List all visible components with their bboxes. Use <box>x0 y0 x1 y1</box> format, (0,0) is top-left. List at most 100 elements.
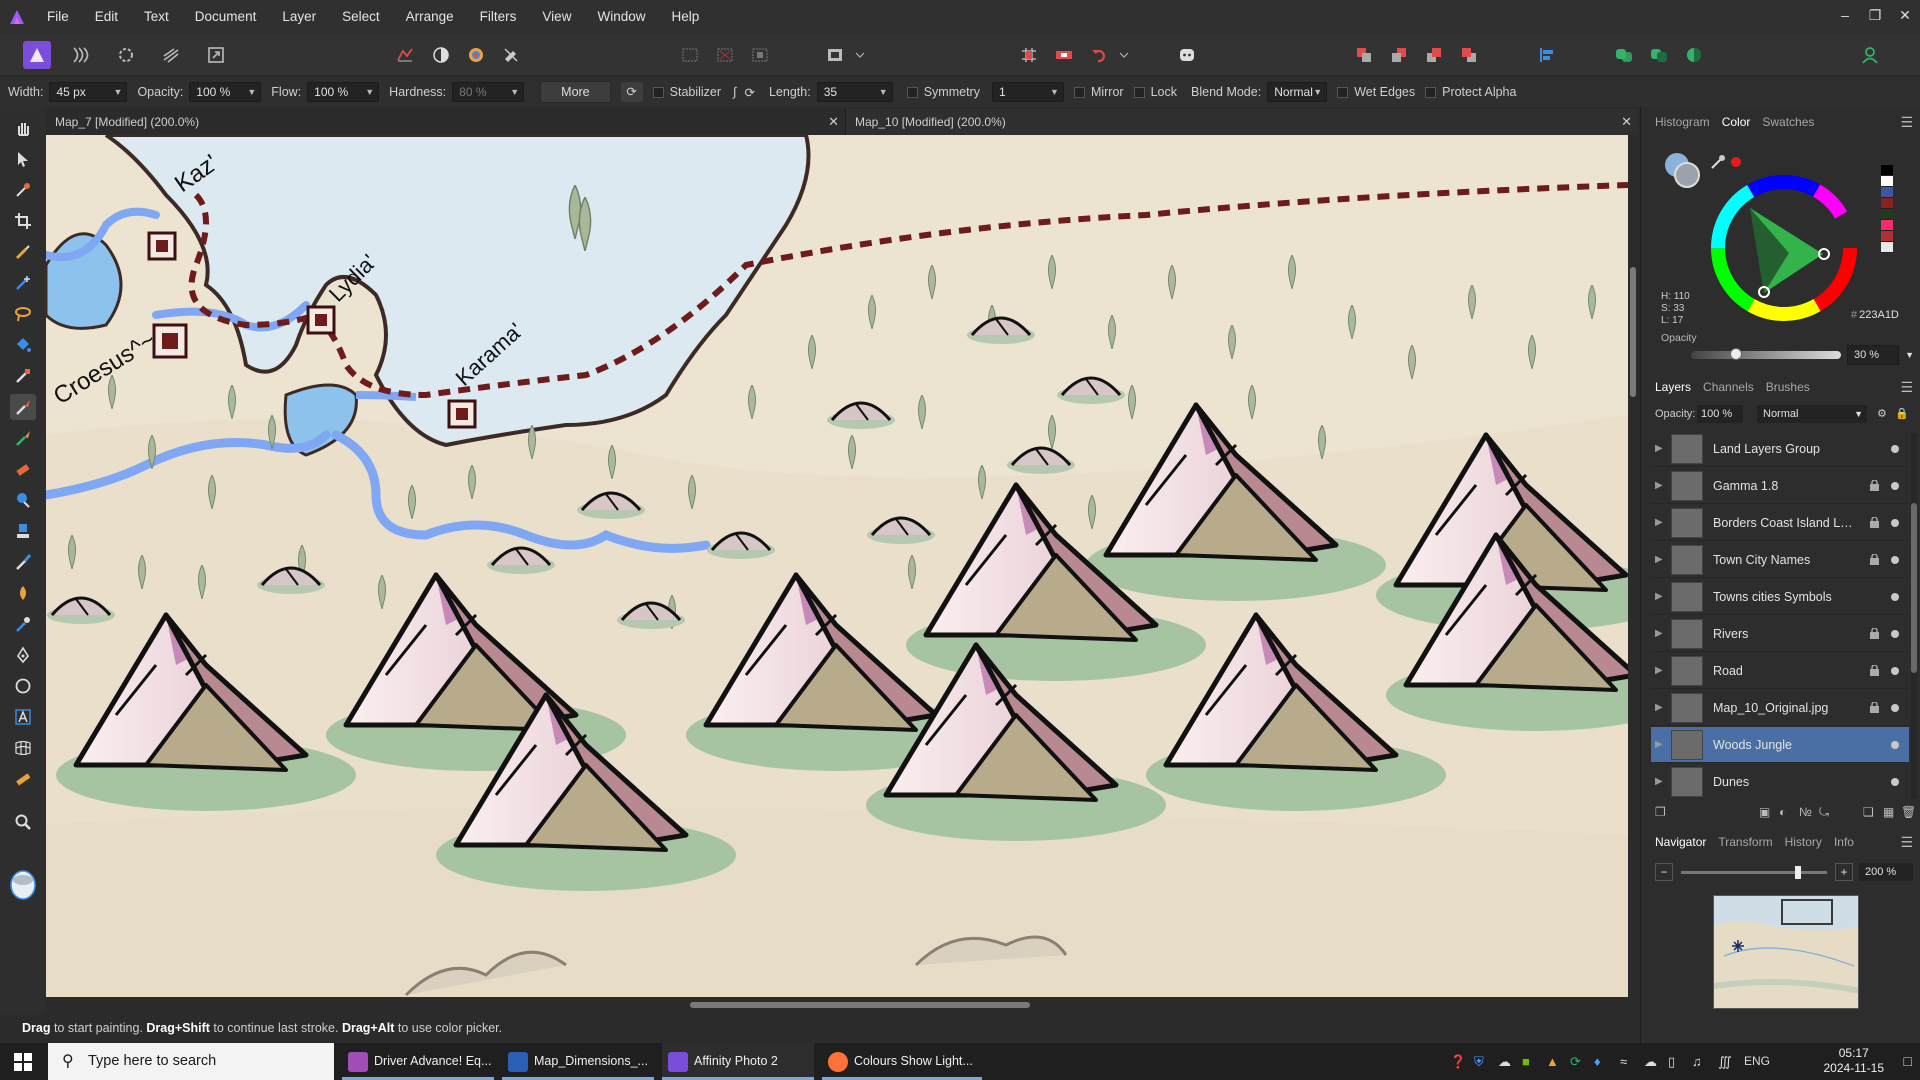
eyedropper-icon[interactable] <box>1709 153 1727 174</box>
tab-channels[interactable]: Channels <box>1703 380 1754 394</box>
lock-icon[interactable] <box>1870 628 1879 639</box>
tone-mapping-persona-icon[interactable] <box>157 41 185 69</box>
mesh-warp-tool-icon[interactable] <box>10 735 36 761</box>
arrange-front-icon[interactable] <box>1455 41 1483 69</box>
expand-icon[interactable]: ▶ <box>1655 764 1663 799</box>
menu-document[interactable]: Document <box>182 0 270 34</box>
taskbar-clock[interactable]: 05:17 2024-11-15 <box>1824 1046 1885 1076</box>
swatch-chip[interactable] <box>1881 165 1893 176</box>
taskbar-app-firefox[interactable]: Colours Show Light... <box>822 1043 982 1080</box>
wifi-tray-icon[interactable]: ≈ <box>1620 1043 1627 1080</box>
layer-settings-icon[interactable]: ⚙ <box>1877 407 1887 420</box>
navigator-preview[interactable] <box>1713 895 1859 1009</box>
help-tray-icon[interactable]: ❓ <box>1450 1043 1466 1080</box>
mask-toggle-icon[interactable] <box>1050 41 1078 69</box>
opacity-slider[interactable] <box>1691 348 1841 360</box>
swatch-chip[interactable] <box>1881 231 1893 242</box>
quick-mask-dropdown-icon[interactable] <box>852 41 868 69</box>
expand-icon[interactable]: ▶ <box>1655 505 1663 541</box>
ellipse-tool-icon[interactable] <box>10 673 36 699</box>
color-wheel[interactable] <box>1709 173 1859 323</box>
view-tool-hand-icon[interactable] <box>10 115 36 141</box>
live-filter-icon[interactable]: № <box>1799 805 1812 819</box>
expand-icon[interactable]: ▶ <box>1655 690 1663 726</box>
scroll-thumb[interactable] <box>1911 503 1917 673</box>
pixel-tool-icon[interactable] <box>10 363 36 389</box>
tab-map-7[interactable]: Map_7 [Modified] (200.0%) ✕ <box>46 109 846 135</box>
slider-knob[interactable] <box>1794 866 1801 879</box>
swatch-chip[interactable] <box>1881 176 1893 187</box>
zoom-out-button[interactable]: − <box>1655 863 1673 881</box>
tab-map-10[interactable]: Map_10 [Modified] (200.0%) ✕ <box>846 109 1638 135</box>
swatch-chip[interactable] <box>1881 220 1893 231</box>
mirror-checkbox[interactable] <box>1073 86 1085 98</box>
lock-icon[interactable] <box>1870 665 1879 676</box>
panel-menu-icon[interactable]: ☰ <box>1900 834 1913 851</box>
visibility-toggle[interactable] <box>1891 630 1899 638</box>
length-field[interactable]: 35 ▼ <box>816 82 893 102</box>
menu-edit[interactable]: Edit <box>82 0 131 34</box>
expand-icon[interactable]: ▶ <box>1655 431 1663 467</box>
menu-help[interactable]: Help <box>658 0 712 34</box>
develop-persona-icon[interactable] <box>112 41 140 69</box>
menu-select[interactable]: Select <box>329 0 393 34</box>
swatch-chip[interactable] <box>1881 242 1893 253</box>
layer-row[interactable]: ▶ Road <box>1651 653 1909 689</box>
color-well[interactable] <box>9 867 37 903</box>
add-layer-icon[interactable]: ❏ <box>1863 805 1874 819</box>
zoom-value-field[interactable]: 200 % <box>1859 863 1913 881</box>
menu-file[interactable]: File <box>34 0 82 34</box>
tab-brushes[interactable]: Brushes <box>1766 380 1810 394</box>
lock-icon[interactable] <box>1870 702 1879 713</box>
lock-checkbox[interactable] <box>1133 86 1145 98</box>
layer-row[interactable]: ▶ Borders Coast Island La... <box>1651 505 1909 541</box>
adjustment-icon[interactable]: ◐ <box>1779 805 1786 819</box>
lock-icon[interactable] <box>1870 480 1879 491</box>
flow-field[interactable]: 100 % ▼ <box>307 82 380 102</box>
add-boolean-icon[interactable] <box>1610 41 1638 69</box>
language-indicator[interactable]: ENG <box>1744 1043 1770 1080</box>
notification-icon[interactable]: □ <box>1904 1053 1912 1069</box>
blend-mode-dropdown[interactable]: Normal ▼ <box>1267 82 1328 102</box>
arrange-back-icon[interactable] <box>1350 41 1378 69</box>
expand-icon[interactable]: ▶ <box>1655 468 1663 504</box>
canvas-vertical-scrollbar[interactable] <box>1628 135 1638 997</box>
volume-tray-icon[interactable]: ♫ <box>1692 1043 1702 1080</box>
menu-layer[interactable]: Layer <box>269 0 329 34</box>
visibility-toggle[interactable] <box>1891 778 1899 786</box>
hex-value[interactable]: #223A1D <box>1851 309 1899 321</box>
slider-knob[interactable] <box>1730 348 1742 360</box>
zoom-in-button[interactable]: + <box>1835 863 1853 881</box>
tab-swatches[interactable]: Swatches <box>1762 115 1814 129</box>
liquify-persona-icon[interactable] <box>67 41 95 69</box>
layer-row[interactable]: ▶ Dunes <box>1651 764 1909 799</box>
cloud-tray-icon[interactable]: ☁ <box>1644 1043 1657 1080</box>
close-icon[interactable]: ✕ <box>828 109 839 135</box>
layer-row[interactable]: ▶ Gamma 1.8 <box>1651 468 1909 504</box>
hardness-field[interactable]: 80 % ▼ <box>452 82 525 102</box>
layer-row[interactable]: ▶ Towns cities Symbols <box>1651 579 1909 615</box>
alignment-icon[interactable] <box>1533 41 1561 69</box>
rope-mode-icon[interactable]: ∫ <box>733 85 736 99</box>
layer-lock-icon[interactable]: 🔒 <box>1895 407 1909 420</box>
tab-layers[interactable]: Layers <box>1655 380 1691 394</box>
app-tray-icon[interactable]: ▲ <box>1546 1043 1559 1080</box>
tab-history[interactable]: History <box>1785 835 1822 849</box>
menu-window[interactable]: Window <box>584 0 658 34</box>
auto-white-balance-icon[interactable] <box>497 41 525 69</box>
expand-icon[interactable]: ▶ <box>1655 542 1663 578</box>
tab-color[interactable]: Color <box>1722 115 1751 129</box>
battery-tray-icon[interactable]: ▯ <box>1668 1043 1675 1080</box>
visibility-toggle[interactable] <box>1891 741 1899 749</box>
lock-icon[interactable] <box>1870 554 1879 565</box>
zoom-slider[interactable] <box>1681 866 1827 879</box>
document-canvas[interactable]: Kaz' Lydia' Karama' Croesus^~ <box>46 135 1628 997</box>
taskbar-app-driver-advance[interactable]: Driver Advance! Eq... <box>342 1043 494 1080</box>
affinity-logo-icon[interactable] <box>0 0 34 34</box>
sync-tray-icon[interactable]: ⟳ <box>1570 1043 1581 1080</box>
wet-edges-checkbox[interactable] <box>1337 86 1349 98</box>
canvas-horizontal-scrollbar[interactable] <box>46 997 1628 1013</box>
delete-layer-icon[interactable]: 🗑 <box>1901 805 1916 819</box>
visibility-toggle[interactable] <box>1891 519 1899 527</box>
fill-stroke-selector[interactable] <box>1663 151 1705 193</box>
